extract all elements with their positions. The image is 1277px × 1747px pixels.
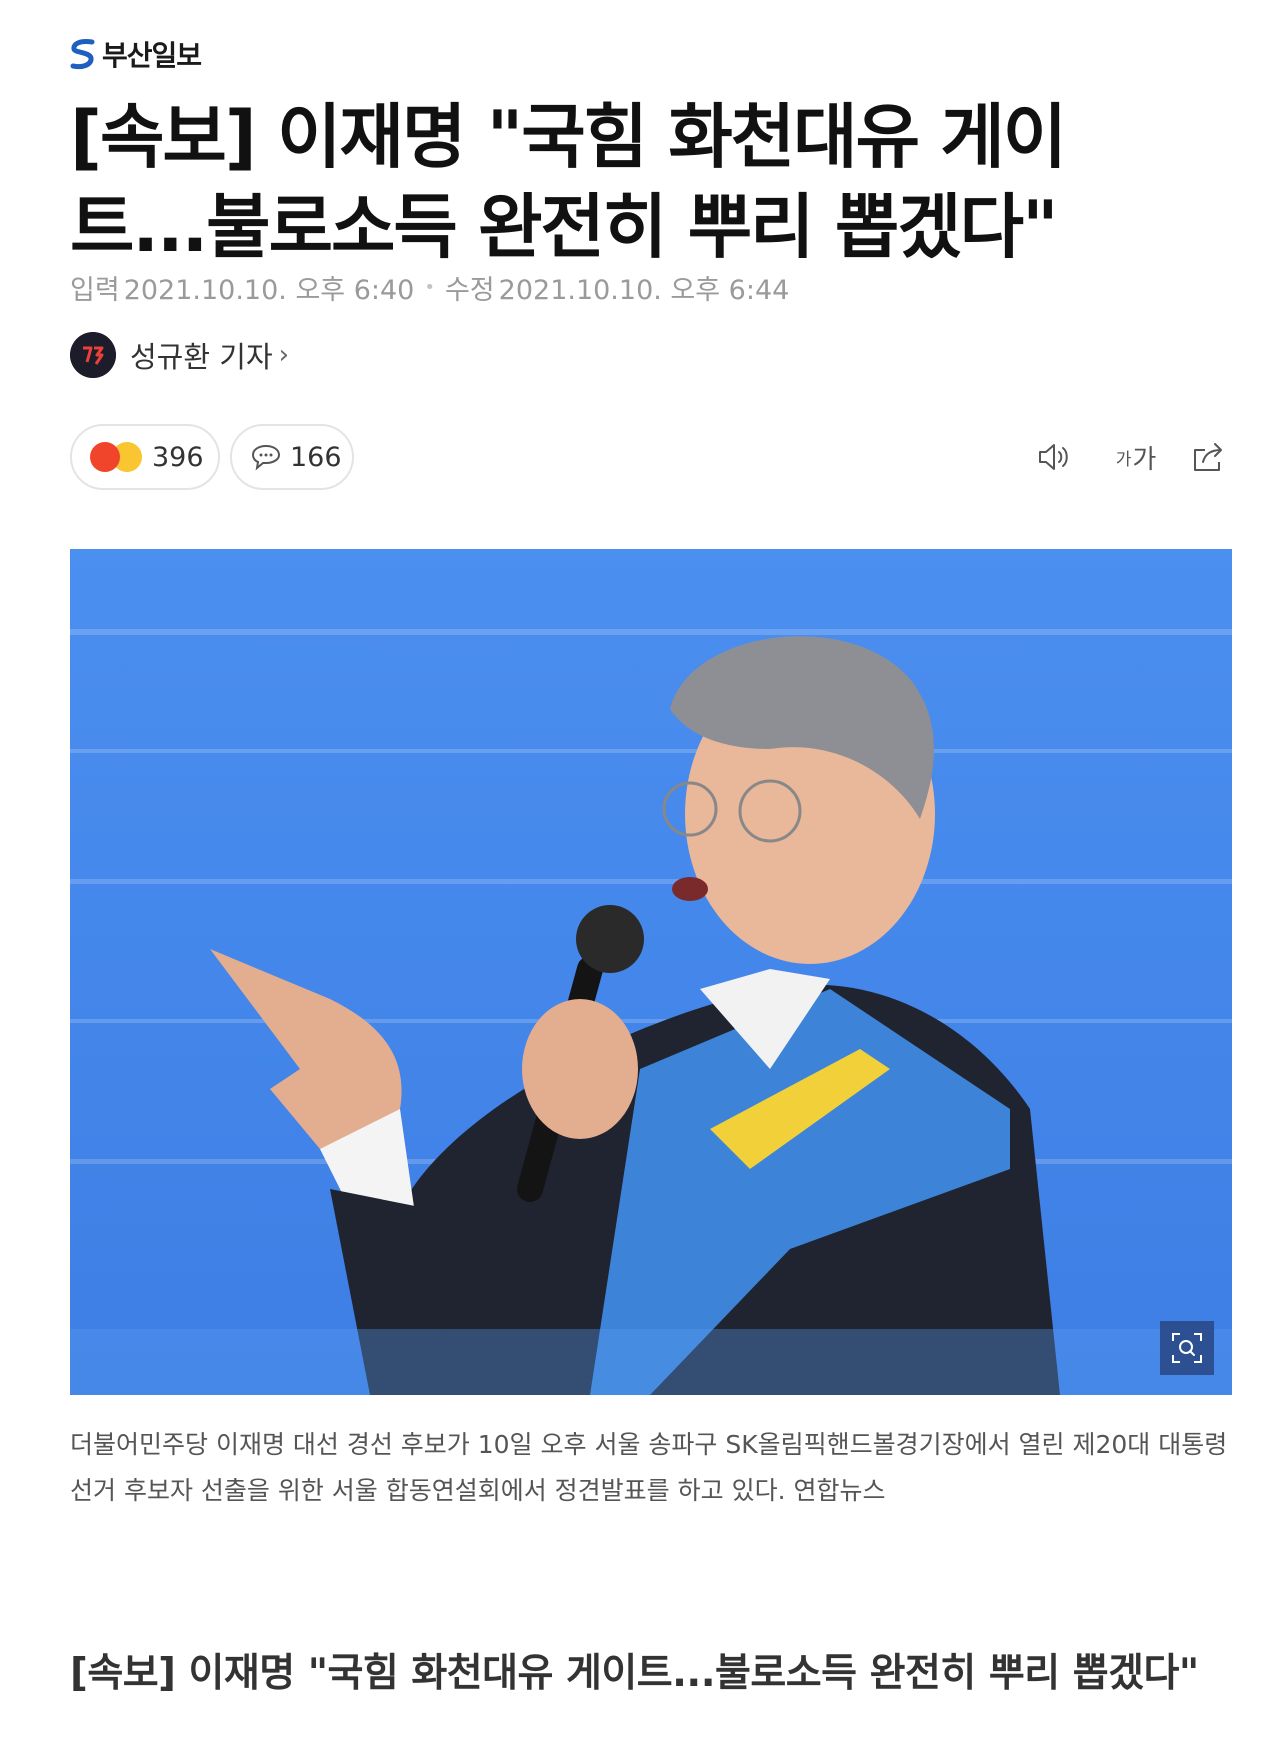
input-time: 2021.10.10. 오후 6:40 <box>123 275 415 306</box>
photo-zoom-button[interactable] <box>1160 1321 1214 1375</box>
share-icon <box>1194 443 1222 471</box>
angry-emoji-icon <box>90 442 120 472</box>
photo-caption: 더불어민주당 이재명 대선 경선 후보가 10일 오후 서울 송파구 SK올림픽… <box>70 1430 1228 1505</box>
chevron-right-icon: › <box>278 340 290 370</box>
reaction-button[interactable]: 396 <box>70 424 220 490</box>
reporter-avatar <box>70 332 116 378</box>
zoom-icon <box>1172 1333 1202 1363</box>
font-large-glyph: 가 <box>1132 444 1157 475</box>
comment-icon <box>251 444 281 471</box>
text-to-speech-button[interactable] <box>1030 432 1080 482</box>
article-title: [속보] 이재명 "국힘 화천대유 게이트...불로소득 완전히 뿌리 뽑겠다" <box>70 96 1067 268</box>
reaction-count: 396 <box>152 441 204 473</box>
action-bar: 396 166 가가 <box>70 424 1232 492</box>
modified-label: 수정 <box>444 275 495 306</box>
reporter-link[interactable]: 성규환 기자 › <box>70 332 289 378</box>
modified-time: 2021.10.10. 오후 6:44 <box>498 275 790 306</box>
font-size-button[interactable]: 가가 <box>1106 432 1166 482</box>
reporter-avatar-icon <box>70 332 116 378</box>
comment-button[interactable]: 166 <box>230 424 354 490</box>
publisher-name: 부산일보 <box>102 39 202 72</box>
article-photo[interactable] <box>70 549 1232 1395</box>
article-subheading: [속보] 이재명 "국힘 화천대유 게이트...불로소득 완전히 뿌리 뽑겠다" <box>70 1651 1199 1696</box>
reporter-name: 성규환 기자 <box>130 340 273 374</box>
separator-dot: • <box>424 277 435 298</box>
share-button[interactable] <box>1186 432 1232 482</box>
comment-count: 166 <box>290 441 342 473</box>
busan-ilbo-logo-icon <box>70 39 95 70</box>
speaker-icon <box>1039 444 1068 470</box>
input-label: 입력 <box>70 275 120 306</box>
font-small-glyph: 가 <box>1115 449 1132 470</box>
speaker-photo-illustration <box>70 549 1232 1395</box>
publisher-header[interactable]: 부산일보 <box>70 36 202 72</box>
article-dates: 입력 2021.10.10. 오후 6:40 • 수정 2021.10.10. … <box>70 268 789 307</box>
